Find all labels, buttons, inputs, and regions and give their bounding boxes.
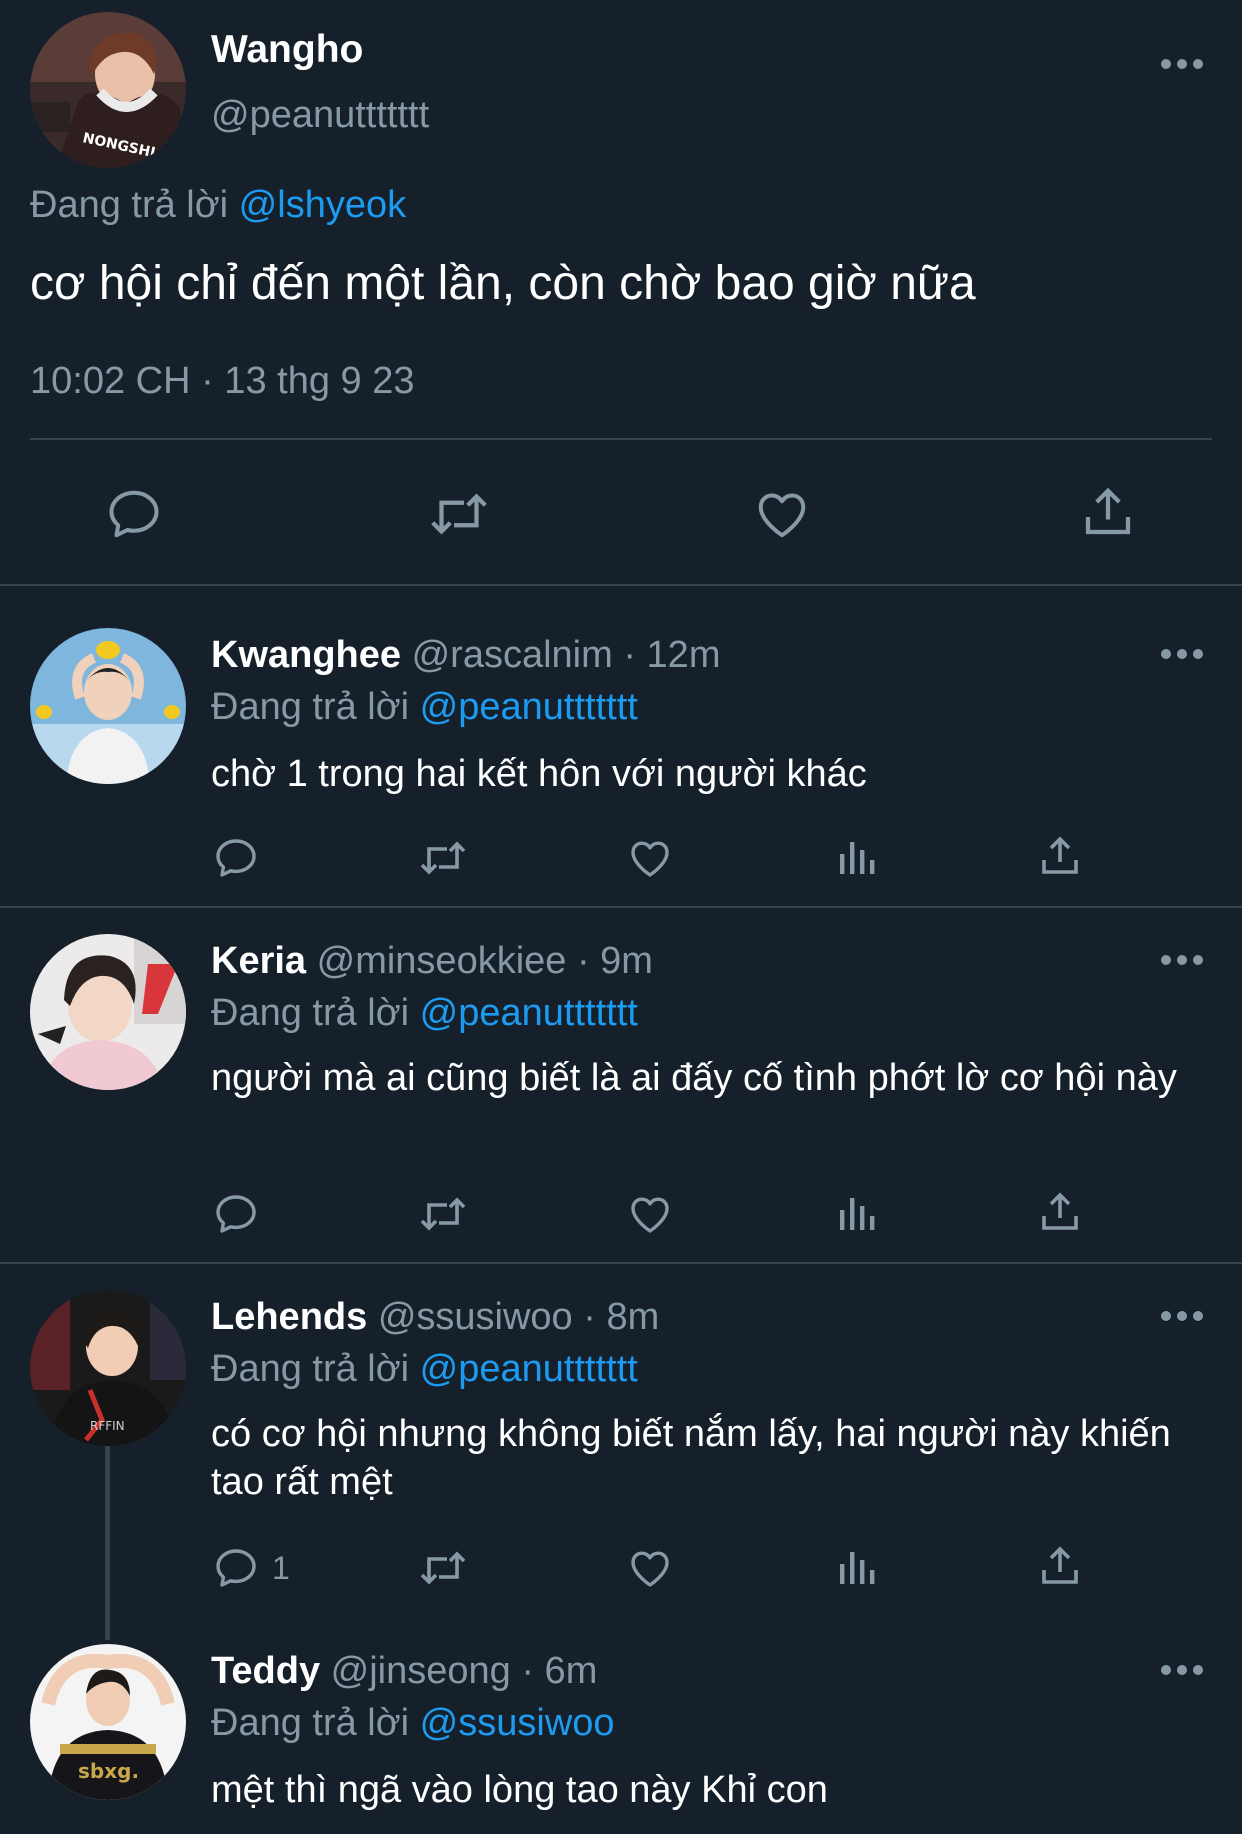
views-button[interactable] xyxy=(832,1190,880,1238)
replying-prefix: Đang trả lời xyxy=(211,992,410,1034)
reply-header: Teddy @jinseong · 6m xyxy=(211,1650,597,1693)
like-button[interactable] xyxy=(752,484,812,544)
svg-text:sbxg.: sbxg. xyxy=(78,1759,139,1783)
reply-tweet[interactable]: Keria @minseokkiee · 9m Đang trả lời @pe… xyxy=(0,908,1242,1262)
reply-tweet[interactable]: Kwanghee @rascalnim · 12m Đang trả lời @… xyxy=(0,586,1242,906)
retweet-icon xyxy=(420,1551,466,1585)
replying-to-link[interactable]: @peanuttttttt xyxy=(420,686,638,728)
replying-to: Đang trả lời @peanuttttttt xyxy=(211,992,638,1035)
more-options-button[interactable] xyxy=(1158,52,1206,76)
more-options-button[interactable] xyxy=(1158,948,1206,972)
like-icon xyxy=(631,841,669,877)
replying-to: Đang trả lời @peanuttttttt xyxy=(211,686,638,729)
like-button[interactable] xyxy=(626,1190,674,1238)
more-options-button[interactable] xyxy=(1158,1658,1206,1682)
reply-header: Kwanghee @rascalnim · 12m xyxy=(211,634,720,677)
like-button[interactable] xyxy=(626,834,674,882)
avatar[interactable] xyxy=(30,628,186,784)
replying-to: Đang trả lời @ssusiwoo xyxy=(211,1702,615,1745)
more-icon xyxy=(1161,955,1203,965)
more-icon xyxy=(1161,649,1203,659)
reply-icon xyxy=(216,1549,256,1587)
reply-button[interactable] xyxy=(212,1190,272,1238)
share-icon xyxy=(1085,487,1131,535)
svg-text:RFFIN: RFFIN xyxy=(90,1419,125,1433)
retweet-icon xyxy=(420,841,466,875)
retweet-icon xyxy=(431,493,487,535)
views-button[interactable] xyxy=(832,1544,880,1592)
like-icon xyxy=(631,1197,669,1233)
more-icon xyxy=(1161,59,1203,69)
tweet-text: cơ hội chỉ đến một lần, còn chờ bao giờ … xyxy=(30,257,976,310)
author-meta[interactable]: @rascalnim · 12m xyxy=(412,634,721,676)
replying-prefix: Đang trả lời xyxy=(211,1702,410,1744)
more-icon xyxy=(1161,1311,1203,1321)
divider xyxy=(30,438,1212,440)
reply-text: có cơ hội nhưng không biết nắm lấy, hai … xyxy=(211,1413,1171,1503)
views-icon xyxy=(840,1198,875,1230)
author-meta[interactable]: @minseokkiee · 9m xyxy=(317,940,653,982)
reply-icon xyxy=(216,1195,256,1233)
share-button[interactable] xyxy=(1036,832,1084,880)
avatar[interactable] xyxy=(30,934,186,1090)
avatar[interactable]: RFFIN xyxy=(30,1290,186,1446)
replying-to-link[interactable]: @ssusiwoo xyxy=(420,1702,615,1744)
more-options-button[interactable] xyxy=(1158,642,1206,666)
reply-header: Lehends @ssusiwoo · 8m xyxy=(211,1296,659,1339)
share-icon xyxy=(1042,1546,1078,1584)
more-options-button[interactable] xyxy=(1158,1304,1206,1328)
author-meta[interactable]: @jinseong · 6m xyxy=(331,1650,598,1692)
replying-to: Đang trả lời @peanuttttttt xyxy=(211,1348,638,1391)
avatar[interactable]: sbxg. xyxy=(30,1644,186,1800)
tweet-timestamp[interactable]: 10:02 CH · 13 thg 9 23 xyxy=(30,360,414,403)
views-icon xyxy=(840,1552,875,1584)
retweet-button[interactable] xyxy=(416,834,470,882)
main-tweet: NONGSHI Wangho @peanuttttttt Đang trả lờ… xyxy=(0,0,1242,584)
reply-button[interactable]: 1 xyxy=(212,1544,290,1592)
reply-button[interactable] xyxy=(212,834,272,882)
retweet-button[interactable] xyxy=(426,484,492,544)
reply-header: Keria @minseokkiee · 9m xyxy=(211,940,653,983)
avatar[interactable]: NONGSHI xyxy=(30,12,186,168)
like-icon xyxy=(631,1551,669,1587)
share-button[interactable] xyxy=(1036,1188,1084,1236)
more-icon xyxy=(1161,1665,1203,1675)
retweet-button[interactable] xyxy=(416,1544,470,1592)
share-icon xyxy=(1042,1192,1078,1230)
author-name[interactable]: Keria xyxy=(211,940,306,982)
share-button[interactable] xyxy=(1036,1542,1084,1590)
author-name[interactable]: Kwanghee xyxy=(211,634,401,676)
author-name[interactable]: Wangho xyxy=(211,28,363,72)
author-meta[interactable]: @ssusiwoo · 8m xyxy=(378,1296,659,1338)
share-button[interactable] xyxy=(1078,482,1138,542)
share-icon xyxy=(1042,836,1078,874)
like-button[interactable] xyxy=(626,1544,674,1592)
replying-to-link[interactable]: @peanuttttttt xyxy=(420,992,638,1034)
reply-tweet[interactable]: sbxg. Teddy @jinseong · 6m Đang trả lời … xyxy=(0,1616,1242,1834)
reply-icon xyxy=(109,490,159,538)
author-name[interactable]: Teddy xyxy=(211,1650,320,1692)
replying-prefix: Đang trả lời xyxy=(211,686,410,728)
reply-count: 1 xyxy=(272,1549,290,1586)
replying-to-link[interactable]: @lshyeok xyxy=(239,184,406,226)
reply-button[interactable] xyxy=(104,484,164,544)
author-handle[interactable]: @peanuttttttt xyxy=(211,94,429,137)
reply-text: chờ 1 trong hai kết hôn với người khác xyxy=(211,753,867,795)
reply-text: mệt thì ngã vào lòng tao này Khỉ con xyxy=(211,1769,828,1811)
reply-text: người mà ai cũng biết là ai đấy cố tình … xyxy=(211,1057,1177,1099)
views-button[interactable] xyxy=(832,834,880,882)
reply-icon xyxy=(216,839,256,877)
views-icon xyxy=(840,842,875,874)
retweet-icon xyxy=(420,1197,466,1231)
reply-tweet[interactable]: RFFIN Lehends @ssusiwoo · 8m Đang trả lờ… xyxy=(0,1264,1242,1640)
replying-prefix: Đang trả lời xyxy=(30,184,229,226)
replying-prefix: Đang trả lời xyxy=(211,1348,410,1390)
author-name[interactable]: Lehends xyxy=(211,1296,367,1338)
replying-to-link[interactable]: @peanuttttttt xyxy=(420,1348,638,1390)
replying-to: Đang trả lời @lshyeok xyxy=(30,184,406,227)
like-icon xyxy=(758,493,806,538)
retweet-button[interactable] xyxy=(416,1190,470,1238)
